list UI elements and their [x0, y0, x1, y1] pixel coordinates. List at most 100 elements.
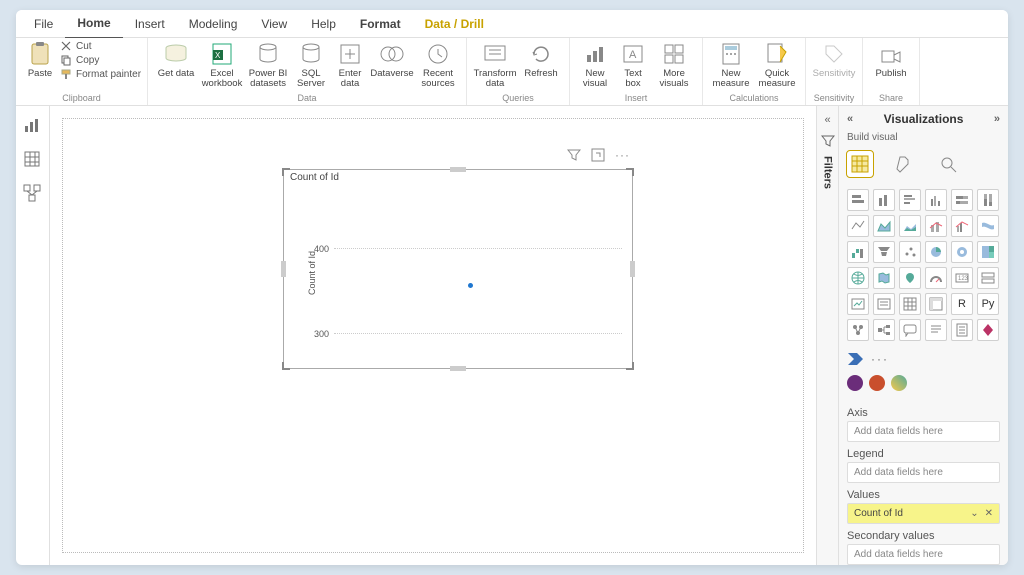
get-data-button[interactable]: Get data	[154, 40, 198, 79]
viz-py-script-icon[interactable]: Py	[977, 293, 999, 315]
format-painter-button[interactable]: Format painter	[60, 68, 141, 80]
legend-well-label: Legend	[847, 442, 1000, 462]
sql-server-button[interactable]: SQL Server	[292, 40, 330, 89]
viz-clustered-column-icon[interactable]	[925, 189, 947, 211]
viz-smart-narrative-icon[interactable]	[925, 319, 947, 341]
viz-clustered-bar-icon[interactable]	[899, 189, 921, 211]
tab-help[interactable]: Help	[299, 10, 348, 38]
filter-icon[interactable]	[567, 148, 581, 162]
new-measure-button[interactable]: New measure	[709, 40, 753, 89]
filters-pane-collapsed[interactable]: « Filters	[816, 106, 838, 565]
tab-data-drill[interactable]: Data / Drill	[413, 10, 496, 38]
expand-filters-icon[interactable]: «	[824, 114, 830, 126]
viz-matrix-icon[interactable]	[925, 293, 947, 315]
viz-area-icon[interactable]	[873, 215, 895, 237]
scatter-visual[interactable]: ··· Count of Id Count of Id 400	[283, 169, 633, 369]
enter-data-button[interactable]: Enter data	[332, 40, 368, 89]
tab-view[interactable]: View	[249, 10, 299, 38]
tab-format[interactable]: Format	[348, 10, 413, 38]
powerbi-datasets-button[interactable]: Power BI datasets	[246, 40, 290, 89]
resize-handle[interactable]	[450, 167, 466, 172]
viz-line-stacked-column-icon[interactable]	[925, 215, 947, 237]
custom-visual-2[interactable]	[869, 375, 885, 391]
resize-handle[interactable]	[282, 168, 290, 176]
viz-r-script-icon[interactable]: R	[951, 293, 973, 315]
tab-modeling[interactable]: Modeling	[177, 10, 250, 38]
viz-filled-map-icon[interactable]	[873, 267, 895, 289]
model-view-icon[interactable]	[23, 184, 43, 204]
quick-measure-button[interactable]: Quick measure	[755, 40, 799, 89]
dataverse-button[interactable]: Dataverse	[370, 40, 414, 79]
viz-map-icon[interactable]	[847, 267, 869, 289]
viz-stacked-area-icon[interactable]	[899, 215, 921, 237]
viz-stacked-column-icon[interactable]	[873, 189, 895, 211]
format-visual-tab[interactable]	[891, 151, 917, 177]
svg-text:X: X	[215, 51, 221, 60]
viz-stacked-bar-icon[interactable]	[847, 189, 869, 211]
power-automate-icon[interactable]	[847, 351, 865, 367]
viz-slicer-icon[interactable]	[873, 293, 895, 315]
viz-waterfall-icon[interactable]	[847, 241, 869, 263]
secondary-values-well[interactable]: Add data fields here	[847, 544, 1000, 565]
viz-funnel-icon[interactable]	[873, 241, 895, 263]
chevron-down-icon[interactable]: ⌄	[970, 508, 978, 519]
data-view-icon[interactable]	[23, 150, 43, 170]
focus-mode-icon[interactable]	[591, 148, 605, 162]
resize-handle[interactable]	[626, 168, 634, 176]
resize-handle[interactable]	[626, 362, 634, 370]
viz-line-icon[interactable]	[847, 215, 869, 237]
tab-file[interactable]: File	[22, 10, 65, 38]
remove-field-icon[interactable]: ✕	[985, 508, 993, 519]
viz-scatter-icon[interactable]	[899, 241, 921, 263]
custom-visual-3[interactable]	[891, 375, 907, 391]
viz-treemap-icon[interactable]	[977, 241, 999, 263]
viz-gauge-icon[interactable]	[925, 267, 947, 289]
viz-powerapps-icon[interactable]	[977, 319, 999, 341]
new-visual-button[interactable]: New visual	[576, 40, 614, 89]
analytics-tab[interactable]	[935, 151, 961, 177]
more-visuals-button[interactable]: More visuals	[652, 40, 696, 89]
report-view-icon[interactable]	[23, 116, 43, 136]
report-canvas[interactable]: ··· Count of Id Count of Id 400	[62, 118, 804, 553]
viz-ribbon-icon[interactable]	[977, 215, 999, 237]
legend-well[interactable]: Add data fields here	[847, 462, 1000, 483]
svg-text:A: A	[629, 49, 637, 61]
axis-well[interactable]: Add data fields here	[847, 421, 1000, 442]
text-box-button[interactable]: AText box	[616, 40, 650, 89]
viz-pie-icon[interactable]	[925, 241, 947, 263]
refresh-button[interactable]: Refresh	[519, 40, 563, 79]
tab-insert[interactable]: Insert	[123, 10, 177, 38]
viz-100-stacked-column-icon[interactable]	[977, 189, 999, 211]
paste-label: Paste	[28, 69, 52, 79]
viz-100-stacked-bar-icon[interactable]	[951, 189, 973, 211]
excel-workbook-button[interactable]: XExcel workbook	[200, 40, 244, 89]
custom-visual-1[interactable]	[847, 375, 863, 391]
values-well[interactable]: Count of Id ⌄✕	[847, 503, 1000, 524]
viz-table-icon[interactable]	[899, 293, 921, 315]
recent-sources-button[interactable]: Recent sources	[416, 40, 460, 89]
viz-card-icon[interactable]: 123	[951, 267, 973, 289]
viz-line-clustered-column-icon[interactable]	[951, 215, 973, 237]
resize-handle[interactable]	[450, 366, 466, 371]
viz-paginated-report-icon[interactable]	[951, 319, 973, 341]
viz-kpi-icon[interactable]	[847, 293, 869, 315]
copy-button[interactable]: Copy	[60, 54, 141, 66]
build-visual-tab[interactable]	[847, 151, 873, 177]
viz-donut-icon[interactable]	[951, 241, 973, 263]
viz-decomposition-tree-icon[interactable]	[873, 319, 895, 341]
more-options-icon[interactable]: ···	[615, 148, 630, 162]
paste-button[interactable]: Paste	[22, 40, 58, 79]
resize-handle[interactable]	[281, 261, 286, 277]
publish-button[interactable]: Publish	[869, 40, 913, 79]
viz-qna-icon[interactable]	[899, 319, 921, 341]
get-more-visuals[interactable]: ···	[871, 352, 889, 366]
viz-azure-map-icon[interactable]	[899, 267, 921, 289]
cut-button[interactable]: Cut	[60, 40, 141, 52]
resize-handle[interactable]	[282, 362, 290, 370]
tab-home[interactable]: Home	[65, 10, 122, 39]
expand-fields-icon[interactable]: »	[994, 113, 1000, 125]
viz-multi-row-card-icon[interactable]	[977, 267, 999, 289]
viz-key-influencers-icon[interactable]	[847, 319, 869, 341]
transform-data-button[interactable]: Transform data	[473, 40, 517, 89]
resize-handle[interactable]	[630, 261, 635, 277]
